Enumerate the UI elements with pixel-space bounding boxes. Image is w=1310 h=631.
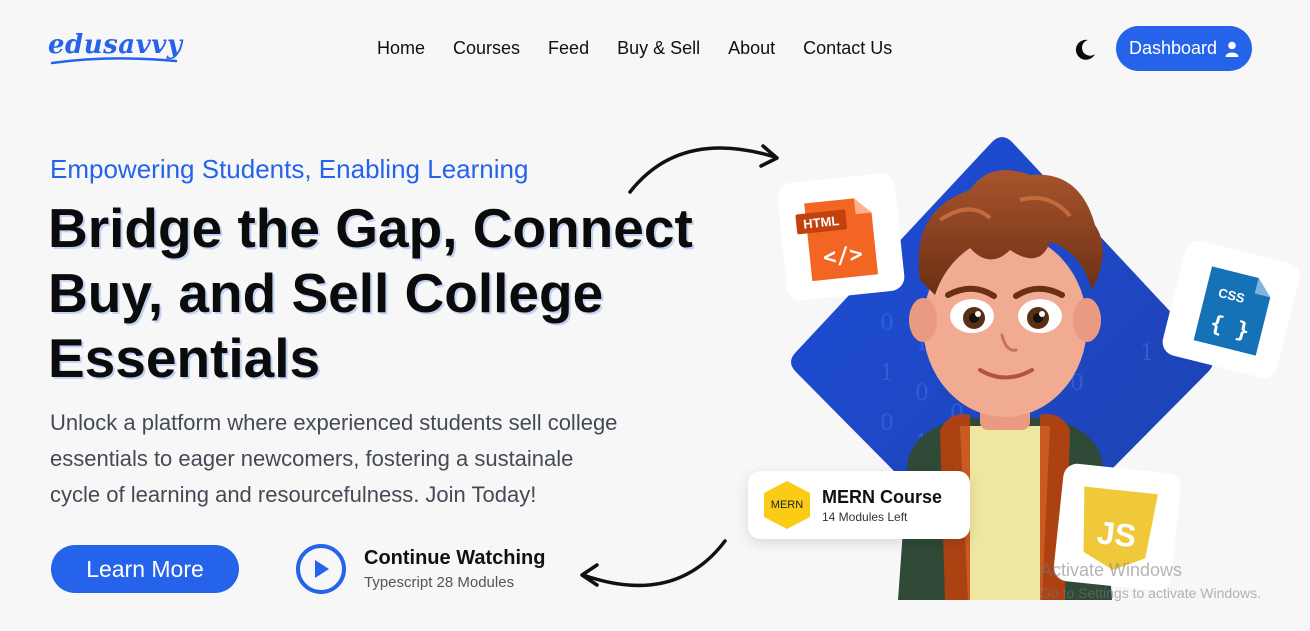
mern-course-card[interactable]: MERN MERN Course 14 Modules Left [748, 471, 970, 539]
js-badge-label: JS [1095, 514, 1138, 554]
html-badge: HTML </> [777, 173, 905, 301]
logo-swoosh-icon [50, 57, 178, 65]
svg-text:0: 0 [880, 411, 894, 436]
continue-title: Continue Watching [364, 547, 546, 569]
watermark-title: Activate Windows [1040, 560, 1183, 580]
svg-text:1: 1 [880, 361, 894, 386]
nav-about[interactable]: About [728, 38, 775, 59]
learn-more-button[interactable]: Learn More [51, 545, 239, 593]
dashboard-button[interactable]: Dashboard [1116, 26, 1252, 71]
dashboard-label: Dashboard [1128, 38, 1218, 58]
mern-hex-icon: MERN [764, 481, 810, 529]
continue-subtitle: Typescript 28 Modules [364, 574, 515, 591]
hero-description: Unlock a platform where experienced stud… [50, 405, 690, 513]
watermark-subtitle: Go to Settings to activate Windows. [1040, 585, 1261, 601]
html-code-icon: </> [822, 242, 864, 271]
nav-feed[interactable]: Feed [548, 38, 589, 59]
nav-home[interactable]: Home [377, 38, 425, 59]
nav-buy-sell[interactable]: Buy & Sell [617, 38, 700, 59]
svg-text:0: 0 [915, 381, 929, 406]
curved-arrow-icon [580, 539, 727, 588]
description-line: cycle of learning and resourcefulness. J… [50, 482, 537, 507]
mern-course-title: MERN Course [822, 486, 943, 507]
hero-headline: Bridge the Gap, Connect Buy, and Sell Co… [48, 197, 693, 389]
svg-text:0: 0 [880, 311, 894, 336]
main-nav: Home Courses Feed Buy & Sell About Conta… [377, 38, 892, 59]
description-line: essentials to eager newcomers, fostering… [50, 446, 574, 471]
windows-watermark: Activate Windows Go to Settings to activ… [1040, 560, 1261, 601]
nav-contact-us[interactable]: Contact Us [803, 38, 892, 59]
continue-watching[interactable]: Continue Watching Typescript 28 Modules [296, 544, 545, 594]
nav-courses[interactable]: Courses [453, 38, 520, 59]
moon-icon[interactable] [1072, 37, 1098, 63]
mern-course-subtitle: 14 Modules Left [822, 509, 908, 524]
play-icon[interactable] [296, 544, 346, 594]
hero-eyebrow: Empowering Students, Enabling Learning [50, 154, 529, 184]
description-line: Unlock a platform where experienced stud… [50, 410, 618, 435]
svg-text:1: 1 [1140, 341, 1154, 366]
mern-badge-text: MERN [770, 499, 804, 511]
user-icon [1225, 41, 1239, 57]
